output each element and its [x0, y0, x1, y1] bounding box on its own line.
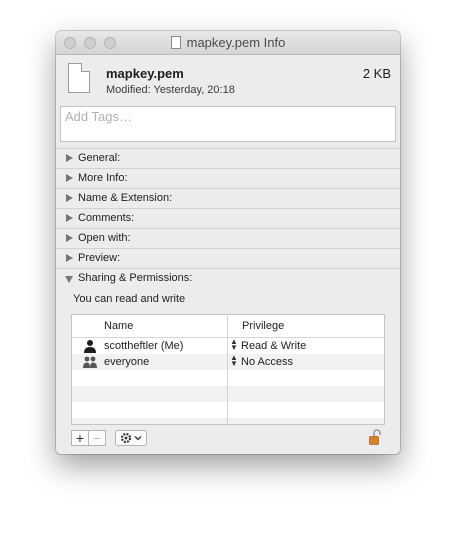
user-name: everyone: [104, 356, 150, 368]
disclosure-triangle-icon[interactable]: [66, 214, 73, 222]
title-bar[interactable]: mapkey.pem Info: [56, 31, 400, 55]
window-title-text: mapkey.pem Info: [186, 35, 286, 50]
modified-date: Modified: Yesterday, 20:18: [106, 84, 235, 96]
disclosure-triangle-icon[interactable]: [66, 254, 73, 262]
section-label: Open with:: [78, 232, 131, 244]
file-header: mapkey.pem 2 KB Modified: Yesterday, 20:…: [56, 55, 400, 105]
section-label: More Info:: [78, 172, 128, 184]
empty-row: [72, 418, 384, 424]
privilege-stepper-icon[interactable]: ▲ ▼: [229, 354, 239, 369]
document-icon: [68, 63, 90, 93]
section-preview[interactable]: Preview:: [56, 248, 400, 268]
document-icon: [170, 36, 181, 49]
section-more-info[interactable]: More Info:: [56, 168, 400, 188]
info-window: mapkey.pem Info mapkey.pem 2 KB Modified…: [56, 31, 400, 454]
single-user-icon: [84, 340, 96, 353]
lock-unlocked-icon[interactable]: [369, 429, 381, 445]
section-label: Comments:: [78, 212, 135, 224]
empty-row: [72, 402, 384, 418]
tags-input[interactable]: [65, 109, 391, 124]
section-open-with[interactable]: Open with:: [56, 228, 400, 248]
disclosure-triangle-open-icon[interactable]: [65, 276, 73, 283]
user-name: scottheftler (Me): [104, 340, 184, 352]
section-sharing-permissions[interactable]: Sharing & Permissions:: [56, 268, 400, 288]
file-size: 2 KB: [362, 66, 391, 81]
privilege-select[interactable]: No Access: [241, 356, 293, 368]
table-header: Name Privilege: [72, 315, 384, 338]
column-header-privilege[interactable]: Privilege: [242, 320, 284, 332]
disclosure-triangle-icon[interactable]: [66, 174, 73, 182]
disclosure-triangle-icon[interactable]: [66, 154, 73, 162]
tags-field[interactable]: [60, 106, 396, 142]
add-user-button[interactable]: +: [71, 430, 89, 446]
disclosure-triangle-icon[interactable]: [66, 194, 73, 202]
section-label: General:: [78, 152, 121, 164]
section-label: Name & Extension:: [78, 192, 173, 204]
column-divider: [227, 315, 228, 424]
section-name-extension[interactable]: Name & Extension:: [56, 188, 400, 208]
privilege-select[interactable]: Read & Write: [241, 340, 306, 352]
group-users-icon: [83, 356, 97, 368]
gear-icon: [120, 432, 142, 444]
section-label: Sharing & Permissions:: [78, 272, 193, 284]
section-comments[interactable]: Comments:: [56, 208, 400, 228]
column-header-name[interactable]: Name: [104, 320, 133, 332]
file-name: mapkey.pem: [106, 66, 184, 81]
empty-row: [72, 386, 384, 402]
table-row[interactable]: everyone ▲ ▼ No Access: [72, 354, 384, 370]
disclosure-triangle-icon[interactable]: [66, 234, 73, 242]
empty-row: [72, 370, 384, 386]
permissions-table[interactable]: Name Privilege scottheftler (Me) ▲ ▼ Read…: [71, 314, 385, 425]
section-label: Preview:: [78, 252, 121, 264]
action-menu-button[interactable]: [115, 430, 147, 446]
remove-user-button[interactable]: −: [88, 430, 106, 446]
table-row[interactable]: scottheftler (Me) ▲ ▼ Read & Write: [72, 338, 384, 354]
privilege-stepper-icon[interactable]: ▲ ▼: [229, 338, 239, 353]
permissions-summary: You can read and write: [73, 293, 186, 305]
section-general[interactable]: General:: [56, 148, 400, 168]
window-title: mapkey.pem Info: [56, 31, 400, 54]
